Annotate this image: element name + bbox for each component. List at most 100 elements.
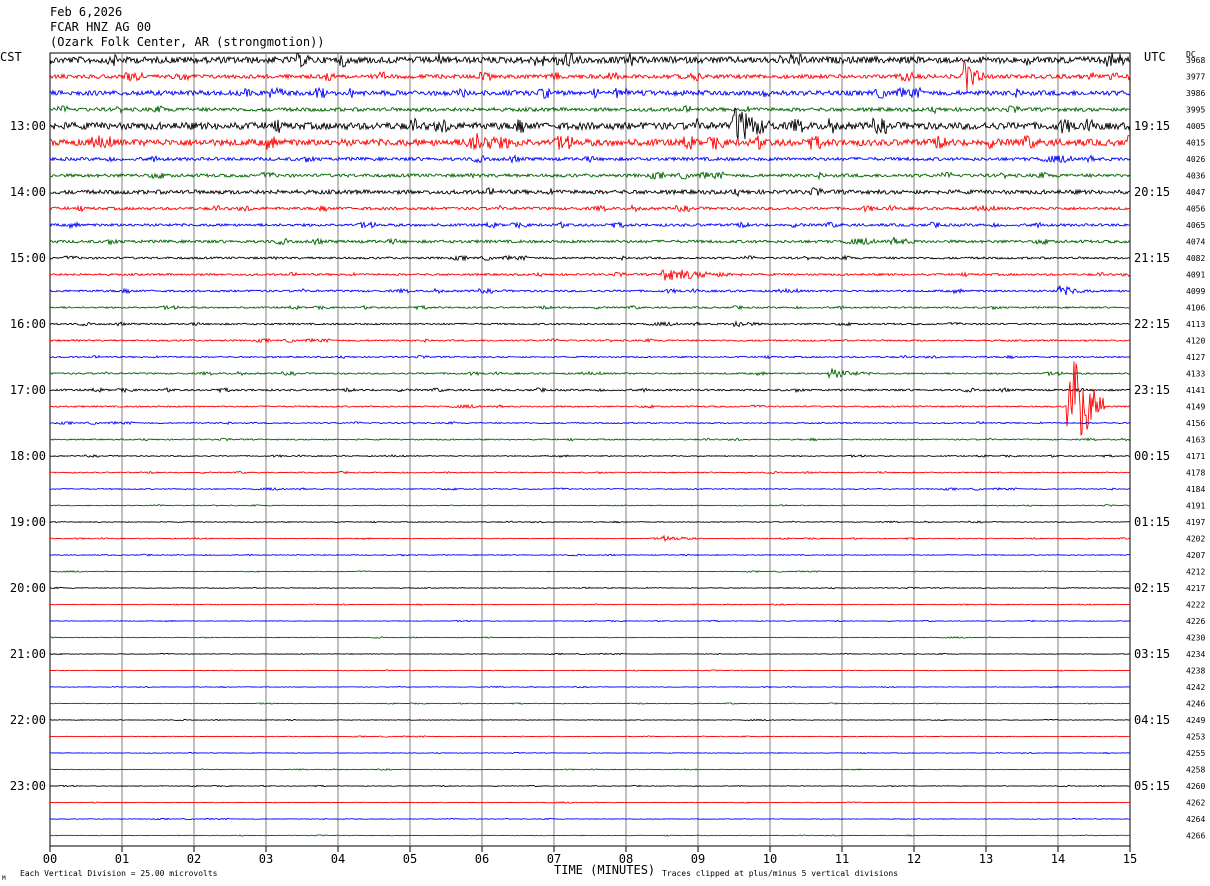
trace-row-4	[49, 107, 1131, 140]
right-hour-label: 03:15	[1134, 647, 1170, 661]
dc-offset-label: 4005	[1186, 122, 1205, 131]
trace-row-39	[49, 702, 1131, 705]
left-hour-label: 17:00	[10, 383, 46, 397]
x-tick-label-05: 05	[403, 852, 417, 866]
right-hour-label: 20:15	[1134, 185, 1170, 199]
dc-offset-label: 4184	[1186, 485, 1205, 494]
trace-row-14	[49, 285, 1131, 296]
location-label: (Ozark Folk Center, AR (strongmotion))	[50, 35, 325, 49]
trace-row-29	[49, 534, 1131, 543]
right-hour-label: 22:15	[1134, 317, 1170, 331]
left-hour-label: 23:00	[10, 779, 46, 793]
seismic-traces	[49, 52, 1131, 837]
dc-offset-label: 4191	[1186, 502, 1205, 511]
left-hour-label: 16:00	[10, 317, 46, 331]
trace-row-20	[49, 386, 1131, 394]
dc-offset-label: 4163	[1186, 436, 1205, 445]
dc-offset-label: 4258	[1186, 766, 1205, 775]
trace-row-19	[49, 368, 1131, 379]
clip-note: Traces clipped at plus/minus 5 vertical …	[662, 869, 898, 878]
x-tick-label-06: 06	[475, 852, 489, 866]
trace-row-36	[49, 652, 1130, 656]
dc-offset-label: 4266	[1186, 832, 1205, 841]
dc-offset-label: 4047	[1186, 188, 1205, 197]
dc-offset-label: 4264	[1186, 815, 1205, 824]
dc-offset-label: 4255	[1186, 749, 1205, 758]
dc-offset-label: 4197	[1186, 518, 1205, 527]
trace-row-42	[49, 751, 1131, 755]
minute-gridlines	[121, 53, 1059, 846]
dc-offset-label: 4249	[1186, 716, 1205, 725]
x-tick-label-00: 00	[43, 852, 57, 866]
left-hour-labels: 13:00 14:00 15:00 16:00 17:00 18:00 19:00 20:00…	[10, 119, 46, 793]
trace-row-46	[49, 817, 1131, 821]
left-hour-label: 19:00	[10, 515, 46, 529]
right-hour-label: 01:15	[1134, 515, 1170, 529]
x-tick-label-01: 01	[115, 852, 129, 866]
dc-offset-label: 4212	[1186, 568, 1205, 577]
dc-offset-label: 3995	[1186, 106, 1205, 115]
dc-offset-label: 4222	[1186, 601, 1205, 610]
dc-offset-label: 4156	[1186, 419, 1205, 428]
x-tick-label-10: 10	[763, 852, 777, 866]
trace-row-28	[49, 520, 1131, 524]
x-tick-label-09: 09	[691, 852, 705, 866]
right-hour-label: 04:15	[1134, 713, 1170, 727]
dc-offset-label: 4217	[1186, 584, 1205, 593]
dc-offset-label: 4141	[1186, 386, 1205, 395]
trace-row-43	[49, 768, 1131, 771]
dc-offset-label: 4026	[1186, 155, 1205, 164]
trace-row-33	[49, 603, 1131, 606]
x-tick-label-11: 11	[835, 852, 849, 866]
trace-row-15	[49, 304, 1131, 311]
trace-row-6	[49, 154, 1131, 165]
right-hour-label: 23:15	[1134, 383, 1170, 397]
trace-row-5	[49, 133, 1131, 150]
plot-frame	[49, 52, 1131, 847]
trace-row-24	[49, 453, 1131, 459]
trace-row-32	[49, 586, 1130, 590]
right-timezone-label: UTC	[1144, 50, 1166, 64]
trace-row-37	[49, 669, 1131, 672]
trace-row-25	[49, 470, 1131, 475]
left-hour-label: 15:00	[10, 251, 46, 265]
left-hour-label: 20:00	[10, 581, 46, 595]
trace-row-1	[49, 60, 1131, 91]
right-hour-labels: 19:15 20:15 21:15 22:15 23:15 00:15 01:15 02:15…	[1134, 119, 1170, 793]
trace-row-45	[49, 801, 1130, 804]
left-hour-label: 22:00	[10, 713, 46, 727]
x-tick-label-04: 04	[331, 852, 345, 866]
trace-row-47	[49, 834, 1131, 837]
helicorder-chart: Feb 6,2026 FCAR HNZ AG 00 (Ozark Folk Ce…	[0, 5, 1205, 882]
dc-offset-label: 4099	[1186, 287, 1205, 296]
dc-offset-label: 4056	[1186, 205, 1205, 214]
left-timezone-label: CST	[0, 50, 22, 64]
dc-offset-label: 4082	[1186, 254, 1205, 263]
trace-row-7	[49, 171, 1131, 181]
dc-offset-label: 4015	[1186, 139, 1205, 148]
trace-row-23	[49, 437, 1131, 442]
dc-offset-label: 4253	[1186, 733, 1205, 742]
right-hour-label: 19:15	[1134, 119, 1170, 133]
right-hour-label: 02:15	[1134, 581, 1170, 595]
trace-row-3	[49, 104, 1131, 115]
dc-offset-label: 4065	[1186, 221, 1205, 230]
dc-offset-label: 4246	[1186, 700, 1205, 709]
dc-offset-label: 4036	[1186, 172, 1205, 181]
trace-row-12	[49, 254, 1131, 262]
dc-offset-label: 4238	[1186, 667, 1205, 676]
date-label: Feb 6,2026	[50, 5, 122, 19]
x-tick-label-12: 12	[907, 852, 921, 866]
right-hour-label: 21:15	[1134, 251, 1170, 265]
trace-row-44	[49, 784, 1131, 788]
left-hour-label: 14:00	[10, 185, 46, 199]
x-tick-label-13: 13	[979, 852, 993, 866]
dc-offset-label: 4202	[1186, 535, 1205, 544]
trace-row-27	[49, 503, 1131, 507]
left-hour-label: 13:00	[10, 119, 46, 133]
dc-offset-label: 4133	[1186, 370, 1205, 379]
trace-row-21	[49, 361, 1131, 436]
left-hour-label: 18:00	[10, 449, 46, 463]
scale-note: Each Vertical Division = 25.00 microvolt…	[20, 869, 218, 878]
right-hour-label: 00:15	[1134, 449, 1170, 463]
